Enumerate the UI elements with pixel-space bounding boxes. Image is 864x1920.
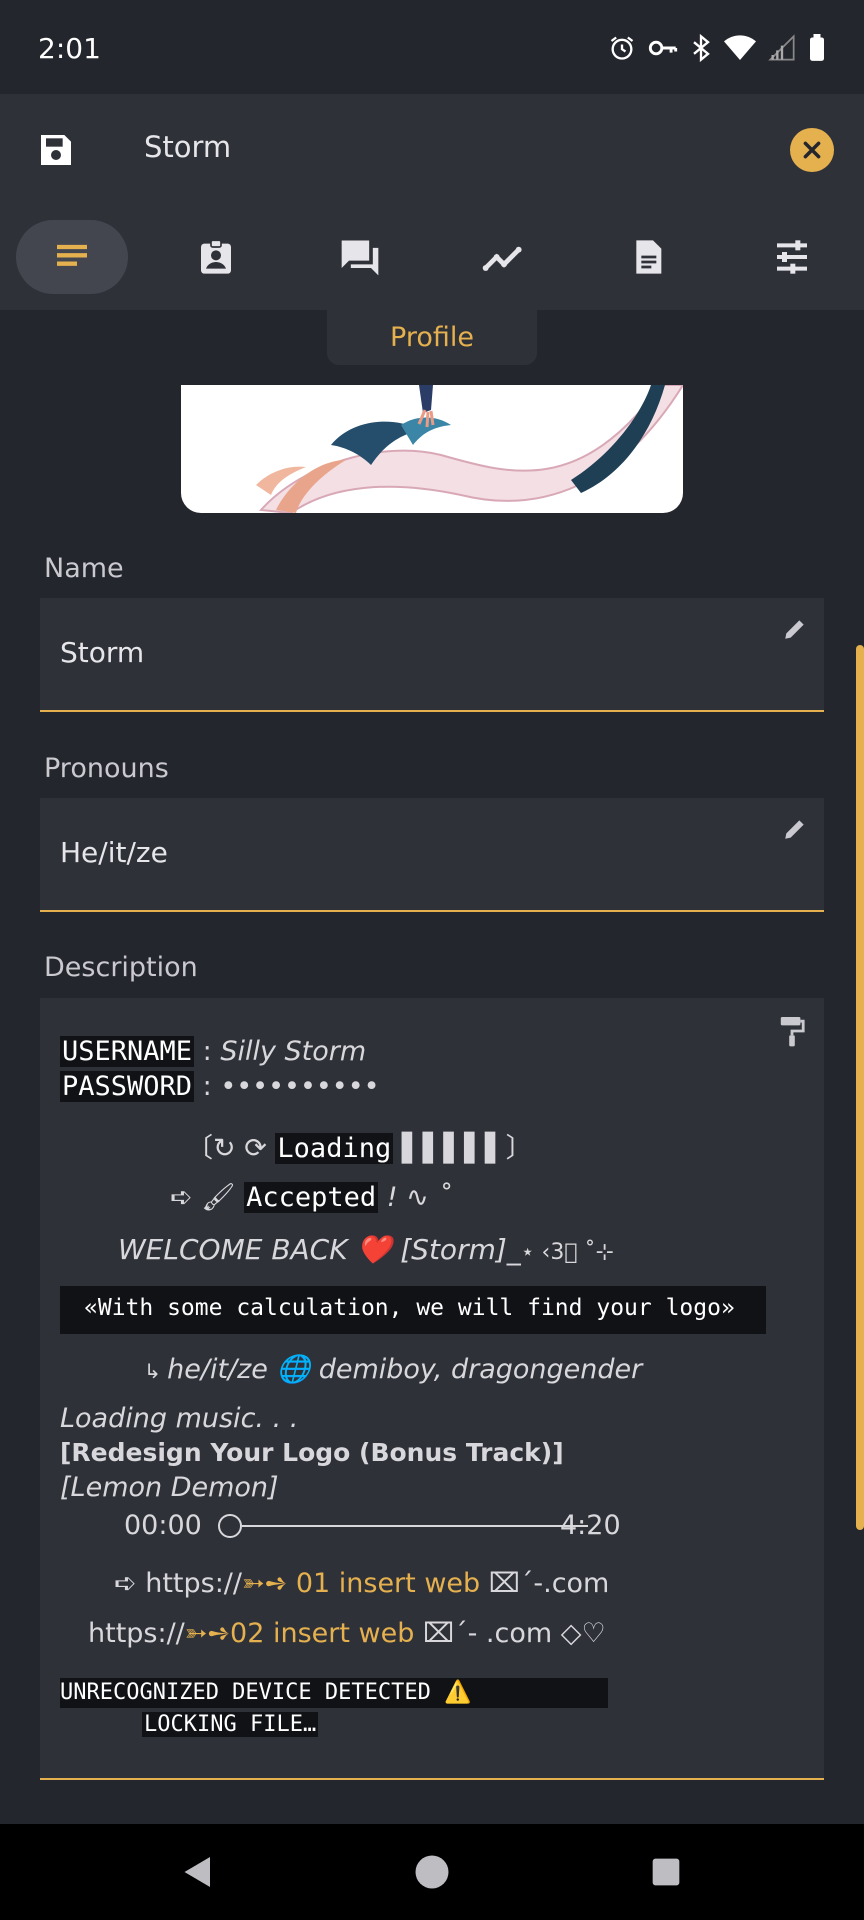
track-progress-thumb[interactable] xyxy=(218,1514,242,1538)
system-navigation-bar xyxy=(0,1824,864,1920)
pronoun-text: he/it/ze 🌐 demiboy, dragongender xyxy=(167,1354,643,1385)
accepted-word: Accepted xyxy=(244,1182,379,1213)
link1-prefix: ➪ https:// xyxy=(114,1568,242,1599)
link2-text: ➳➺02 insert web xyxy=(184,1618,415,1649)
password-value: •••••••••• xyxy=(220,1071,380,1102)
username-value: Silly Storm xyxy=(220,1036,367,1067)
welcome-suffix: ⋆ ‹3⃝ ˚⊹ xyxy=(520,1240,614,1265)
password-line: PASSWORD : •••••••••• xyxy=(60,1071,380,1102)
password-key: PASSWORD xyxy=(60,1071,195,1102)
pronoun-arrow: ↳ xyxy=(144,1359,168,1383)
track-progress-line xyxy=(242,1525,588,1527)
pronouns-input-value: He/it/ze xyxy=(60,836,168,869)
name-input-value: Storm xyxy=(60,636,145,669)
save-button[interactable] xyxy=(30,124,82,176)
document-icon xyxy=(636,240,662,274)
track-title: [Redesign Your Logo (Bonus Track)] xyxy=(60,1438,564,1467)
track-progress-slider[interactable] xyxy=(218,1511,598,1541)
tab-chat[interactable] xyxy=(304,220,416,294)
link2-suffix: ⌧ˊ- .com ◇♡ xyxy=(414,1618,606,1649)
top-app-bar: Storm xyxy=(0,94,864,206)
loading-suffix: ▌▌▌▌▌〕 xyxy=(393,1133,533,1164)
welcome-text: WELCOME BACK ❤️ [Storm]_ xyxy=(118,1233,521,1266)
tab-badge[interactable] xyxy=(160,220,272,294)
description-content: USERNAME : Silly Storm PASSWORD : ••••••… xyxy=(40,998,824,1778)
edit-pencil-icon[interactable] xyxy=(782,816,808,842)
badge-icon xyxy=(201,239,231,274)
status-time: 2:01 xyxy=(38,32,101,65)
accepted-suffix: ! ∿ ˚ xyxy=(378,1182,451,1213)
signal-icon xyxy=(768,34,795,61)
link-line-1[interactable]: ➪ https://➳➺ 01 insert web ⌧ˊ-.com xyxy=(114,1568,609,1599)
username-line: USERNAME : Silly Storm xyxy=(60,1036,366,1067)
pronouns-label: Pronouns xyxy=(44,753,169,784)
description-field[interactable]: USERNAME : Silly Storm PASSWORD : ••••••… xyxy=(40,998,824,1780)
pronouns-field[interactable]: He/it/ze xyxy=(40,798,824,912)
username-separator: : xyxy=(194,1036,221,1067)
warning-line-1: UNRECOGNIZED DEVICE DETECTED ⚠️ xyxy=(60,1680,472,1705)
chat-icon xyxy=(341,240,379,276)
close-button[interactable] xyxy=(790,128,834,172)
bluetooth-icon xyxy=(693,34,710,62)
tab-profile[interactable] xyxy=(16,220,128,294)
battery-icon xyxy=(810,34,824,61)
loading-prefix: 〔↻ ⟳ xyxy=(186,1133,276,1164)
link1-suffix: ⌧ˊ-.com xyxy=(480,1568,610,1599)
description-label: Description xyxy=(44,952,198,983)
loading-line: 〔↻ ⟳ Loading ▌▌▌▌▌〕 xyxy=(186,1126,533,1165)
status-bar: 2:01 xyxy=(0,0,864,94)
notes-icon xyxy=(57,244,87,266)
link1-text: ➳➺ 01 insert web xyxy=(242,1568,481,1599)
track-time-start: 00:00 xyxy=(124,1510,202,1541)
recents-square-icon xyxy=(652,1858,680,1886)
link-line-2[interactable]: https://➳➺02 insert web ⌧ˊ- .com ◇♡ xyxy=(88,1618,606,1649)
status-icons xyxy=(608,34,826,62)
pronoun-description-line: ↳ he/it/ze 🌐 demiboy, dragongender xyxy=(144,1353,642,1385)
tune-icon xyxy=(777,240,807,274)
warning-line-2: LOCKING FILE… xyxy=(142,1712,319,1737)
tab-document[interactable] xyxy=(592,220,704,294)
calc-line: «With some calculation, we will find you… xyxy=(84,1295,735,1321)
back-button[interactable] xyxy=(172,1846,224,1898)
name-label: Name xyxy=(44,553,124,584)
loading-word: Loading xyxy=(275,1133,394,1164)
alarm-icon xyxy=(610,36,634,60)
wifi-icon xyxy=(724,35,756,60)
loading-music-line: Loading music. . . xyxy=(60,1403,299,1434)
app-title: Storm xyxy=(144,130,232,164)
track-time-end: 4:20 xyxy=(560,1510,621,1541)
recents-button[interactable] xyxy=(640,1846,692,1898)
trend-icon xyxy=(482,246,522,271)
accepted-prefix: ➪ 🖌 xyxy=(170,1182,245,1213)
accepted-line: ➪ 🖌 Accepted ! ∿ ˚ xyxy=(170,1181,451,1213)
dragon-illustration xyxy=(256,385,683,513)
link2-prefix: https:// xyxy=(88,1618,185,1649)
password-separator: : xyxy=(194,1071,221,1102)
tab-bar xyxy=(0,206,864,310)
profile-image[interactable] xyxy=(181,385,683,513)
home-circle-icon xyxy=(415,1855,449,1889)
scrollbar[interactable] xyxy=(856,645,864,1530)
back-triangle-icon xyxy=(184,1857,210,1887)
home-button[interactable] xyxy=(406,1846,458,1898)
welcome-line: WELCOME BACK ❤️ [Storm]_⋆ ‹3⃝ ˚⊹ xyxy=(118,1233,614,1266)
name-field[interactable]: Storm xyxy=(40,598,824,712)
edit-pencil-icon[interactable] xyxy=(782,616,808,642)
vpn-key-icon xyxy=(648,40,678,56)
track-artist: [Lemon Demon] xyxy=(60,1472,279,1503)
tab-settings[interactable] xyxy=(736,220,848,294)
tab-tooltip: Profile xyxy=(327,310,537,365)
tab-trend[interactable] xyxy=(448,220,560,294)
username-key: USERNAME xyxy=(60,1036,195,1067)
close-icon xyxy=(803,141,821,159)
save-icon xyxy=(41,135,71,165)
